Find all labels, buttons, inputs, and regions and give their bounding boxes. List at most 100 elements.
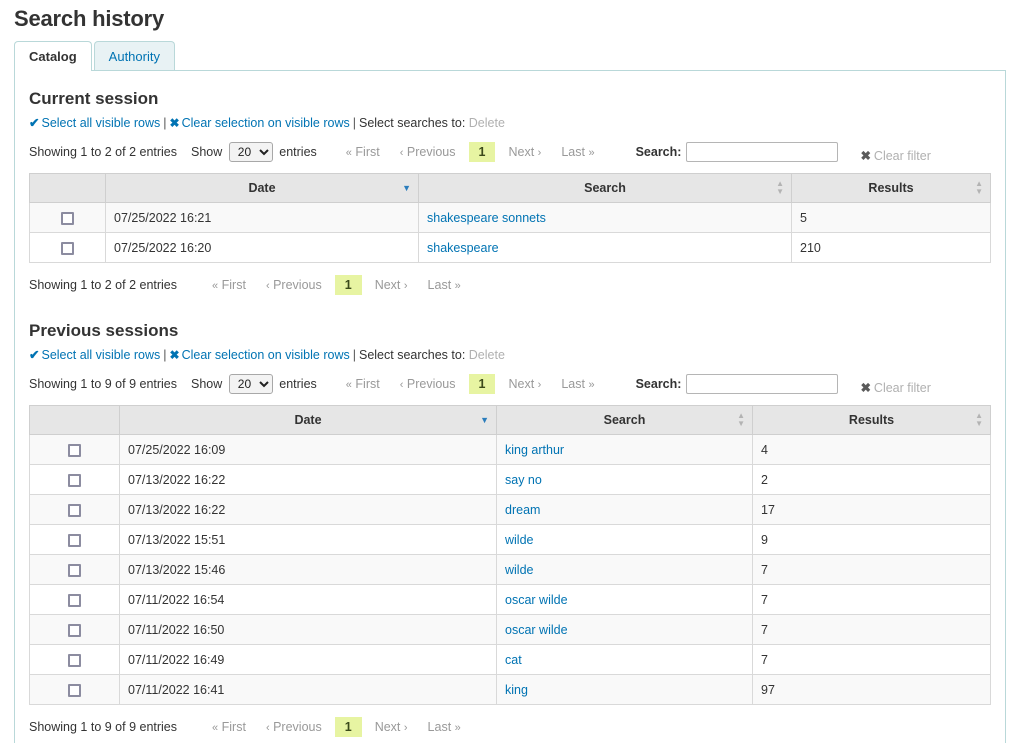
- previous-sessions-info-top: Showing 1 to 9 of 9 entries: [29, 377, 177, 391]
- search-term-link[interactable]: wilde: [505, 533, 534, 547]
- paging-next-2[interactable]: Next ›: [368, 276, 415, 294]
- paging-page-4[interactable]: 1: [335, 717, 362, 737]
- paging-next-4[interactable]: Next ›: [368, 718, 415, 736]
- search-term-link[interactable]: shakespeare sonnets: [427, 211, 546, 225]
- search-filter-input-1[interactable]: [686, 142, 838, 162]
- current-session-th-search[interactable]: Search ▲▼: [419, 174, 792, 203]
- current-session-info-top: Showing 1 to 2 of 2 entries: [29, 145, 177, 159]
- x-icon: ✖: [170, 116, 180, 130]
- row-select-checkbox[interactable]: [68, 474, 81, 487]
- entries-length-select-2[interactable]: 2050100All: [229, 374, 273, 394]
- search-filter-label-1: Search:: [636, 145, 682, 159]
- tab-catalog-label: Catalog: [29, 49, 77, 64]
- row-search-cell: oscar wilde: [497, 615, 753, 645]
- row-select-checkbox[interactable]: [68, 654, 81, 667]
- select-searches-to-label: Select searches to:: [359, 116, 465, 130]
- sort-both-icon: ▲▼: [975, 180, 983, 196]
- paging-last-2[interactable]: Last »: [421, 276, 468, 294]
- clear-selection-link-2[interactable]: Clear selection on visible rows: [182, 348, 350, 362]
- show-label-2: Show: [191, 377, 222, 391]
- row-select-checkbox[interactable]: [68, 684, 81, 697]
- row-results-cell: 5: [792, 203, 991, 233]
- search-term-link[interactable]: king arthur: [505, 443, 564, 457]
- row-select-checkbox[interactable]: [68, 444, 81, 457]
- table-row: 07/11/2022 16:41king97: [30, 675, 991, 705]
- row-select-checkbox[interactable]: [68, 534, 81, 547]
- row-search-cell: cat: [497, 645, 753, 675]
- current-session-table-controls: Showing 1 to 2 of 2 entries Show 2050100…: [29, 140, 991, 164]
- paging-first-1[interactable]: « First: [339, 143, 387, 161]
- paging-previous-4[interactable]: ‹ Previous: [259, 718, 329, 736]
- paging-previous-1[interactable]: ‹ Previous: [393, 143, 463, 161]
- select-all-visible-rows-link[interactable]: Select all visible rows: [41, 116, 160, 130]
- row-date-cell: 07/13/2022 15:46: [120, 555, 497, 585]
- table-row: 07/11/2022 16:50oscar wilde7: [30, 615, 991, 645]
- paging-last-4[interactable]: Last »: [421, 718, 468, 736]
- current-session-th-date[interactable]: Date ▼: [106, 174, 419, 203]
- search-term-link[interactable]: cat: [505, 653, 522, 667]
- row-search-cell: king: [497, 675, 753, 705]
- row-date-cell: 07/13/2022 15:51: [120, 525, 497, 555]
- previous-sessions-selection-toolbar: ✔Select all visible rows|✖Clear selectio…: [29, 347, 991, 363]
- paging-last-label-4: Last: [428, 720, 452, 734]
- paging-next-3[interactable]: Next ›: [501, 375, 548, 393]
- previous-sessions-th-search[interactable]: Search ▲▼: [497, 406, 753, 435]
- row-results-cell: 7: [753, 615, 991, 645]
- clear-filter-button-1[interactable]: ✖Clear filter: [860, 148, 930, 164]
- search-term-link[interactable]: say no: [505, 473, 542, 487]
- row-select-checkbox[interactable]: [61, 212, 74, 225]
- previous-sessions-table-body: 07/25/2022 16:09king arthur407/13/2022 1…: [30, 435, 991, 705]
- current-session-th-results[interactable]: Results ▲▼: [792, 174, 991, 203]
- paging-page-3[interactable]: 1: [469, 374, 496, 394]
- row-select-checkbox[interactable]: [61, 242, 74, 255]
- row-select-checkbox[interactable]: [68, 594, 81, 607]
- delete-action-2[interactable]: Delete: [469, 348, 505, 362]
- row-select-checkbox[interactable]: [68, 564, 81, 577]
- row-date-cell: 07/25/2022 16:21: [106, 203, 419, 233]
- search-filter-input-2[interactable]: [686, 374, 838, 394]
- paging-page-2[interactable]: 1: [335, 275, 362, 295]
- row-select-checkbox[interactable]: [68, 624, 81, 637]
- paging-previous-3[interactable]: ‹ Previous: [393, 375, 463, 393]
- paging-page-1[interactable]: 1: [469, 142, 496, 162]
- paging-last-3[interactable]: Last »: [554, 375, 601, 393]
- paging-previous-2[interactable]: ‹ Previous: [259, 276, 329, 294]
- row-select-checkbox[interactable]: [68, 504, 81, 517]
- clear-filter-label-2: Clear filter: [874, 381, 931, 395]
- tab-catalog[interactable]: Catalog: [14, 41, 92, 71]
- paging-next-1[interactable]: Next ›: [501, 143, 548, 161]
- next-icon: ›: [404, 722, 408, 734]
- clear-filter-button-2[interactable]: ✖Clear filter: [860, 380, 930, 396]
- previous-sessions-length-control: Show 2050100All entries: [191, 374, 317, 394]
- row-search-cell: wilde: [497, 555, 753, 585]
- search-term-link[interactable]: wilde: [505, 563, 534, 577]
- paging-first-label-4: First: [222, 720, 246, 734]
- entries-length-select-1[interactable]: 2050100All: [229, 142, 273, 162]
- previous-sessions-th-results-label: Results: [849, 413, 894, 427]
- tab-authority[interactable]: Authority: [94, 41, 175, 71]
- search-term-link[interactable]: dream: [505, 503, 540, 517]
- search-term-link[interactable]: shakespeare: [427, 241, 499, 255]
- row-search-cell: dream: [497, 495, 753, 525]
- previous-sessions-th-date[interactable]: Date ▼: [120, 406, 497, 435]
- paging-first-2[interactable]: « First: [205, 276, 253, 294]
- paging-next-label-2: Next: [375, 278, 401, 292]
- current-session-heading: Current session: [29, 89, 991, 109]
- current-session-selection-toolbar: ✔Select all visible rows|✖Clear selectio…: [29, 115, 991, 131]
- paging-first-3[interactable]: « First: [339, 375, 387, 393]
- clear-selection-link[interactable]: Clear selection on visible rows: [182, 116, 350, 130]
- paging-first-label-3: First: [355, 377, 379, 391]
- search-term-link[interactable]: king: [505, 683, 528, 697]
- toolbar-separator-3: |: [163, 348, 166, 362]
- previous-sessions-th-date-label: Date: [294, 413, 321, 427]
- clear-filter-label-1: Clear filter: [874, 149, 931, 163]
- paging-previous-label-4: Previous: [273, 720, 322, 734]
- select-all-visible-rows-link-2[interactable]: Select all visible rows: [41, 348, 160, 362]
- delete-action[interactable]: Delete: [469, 116, 505, 130]
- paging-first-4[interactable]: « First: [205, 718, 253, 736]
- paging-last-label-3: Last: [561, 377, 585, 391]
- search-term-link[interactable]: oscar wilde: [505, 593, 568, 607]
- paging-last-1[interactable]: Last »: [554, 143, 601, 161]
- search-term-link[interactable]: oscar wilde: [505, 623, 568, 637]
- previous-sessions-th-results[interactable]: Results ▲▼: [753, 406, 991, 435]
